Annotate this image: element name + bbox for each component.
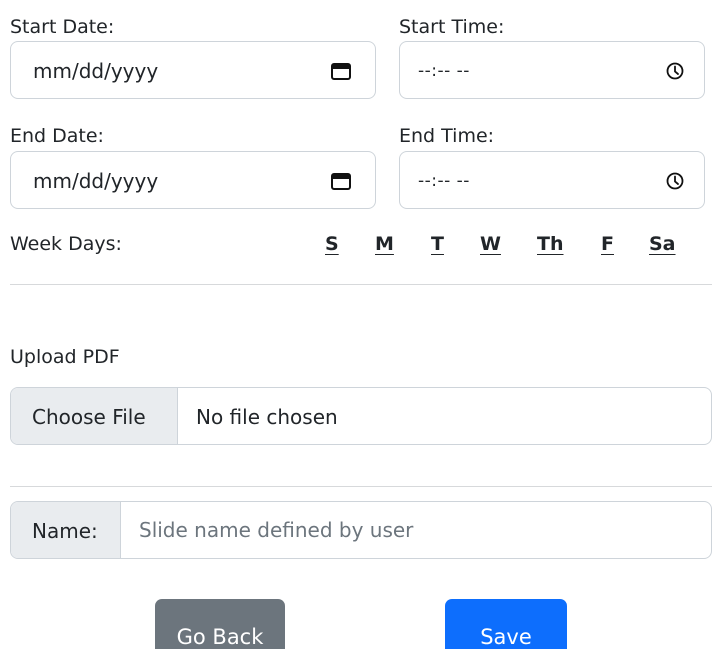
pdf-file-input[interactable]: Choose File No file chosen [10, 387, 712, 445]
weekday-monday[interactable]: M [375, 232, 394, 256]
slide-form-page: Start Date: Start Time: mm/dd/yyyy --:--… [0, 0, 717, 649]
weekday-friday[interactable]: F [601, 232, 614, 256]
weekday-saturday[interactable]: Sa [649, 232, 676, 256]
end-time-value: --:-- -- [418, 171, 470, 191]
start-date-value: mm/dd/yyyy [33, 59, 159, 83]
name-label: Name: [11, 502, 121, 558]
file-status-text: No file chosen [196, 405, 338, 429]
end-time-input[interactable]: --:-- -- [399, 151, 705, 209]
weekdays-label: Week Days: [10, 233, 122, 255]
choose-file-button[interactable]: Choose File [11, 388, 178, 444]
weekday-thursday[interactable]: Th [537, 232, 564, 256]
name-input-group: Name: [10, 501, 712, 559]
section-divider [10, 486, 712, 487]
upload-pdf-label: Upload PDF [10, 346, 120, 368]
calendar-icon[interactable] [331, 172, 351, 190]
clock-icon[interactable] [666, 172, 684, 190]
slide-name-input[interactable] [121, 502, 711, 558]
end-date-label: End Date: [10, 125, 104, 147]
save-button[interactable]: Save [445, 599, 567, 649]
weekday-tuesday[interactable]: T [431, 232, 444, 256]
start-date-label: Start Date: [10, 16, 115, 38]
end-date-input[interactable]: mm/dd/yyyy [10, 151, 376, 209]
start-time-input[interactable]: --:-- -- [399, 41, 705, 99]
start-date-input[interactable]: mm/dd/yyyy [10, 41, 376, 99]
start-time-value: --:-- -- [418, 61, 470, 81]
section-divider [10, 284, 712, 285]
start-time-label: Start Time: [399, 16, 505, 38]
weekday-wednesday[interactable]: W [480, 232, 501, 256]
go-back-button[interactable]: Go Back [155, 599, 285, 649]
weekday-sunday[interactable]: S [325, 232, 339, 256]
calendar-icon[interactable] [331, 62, 351, 80]
end-date-value: mm/dd/yyyy [33, 169, 159, 193]
clock-icon[interactable] [666, 62, 684, 80]
end-time-label: End Time: [399, 125, 495, 147]
